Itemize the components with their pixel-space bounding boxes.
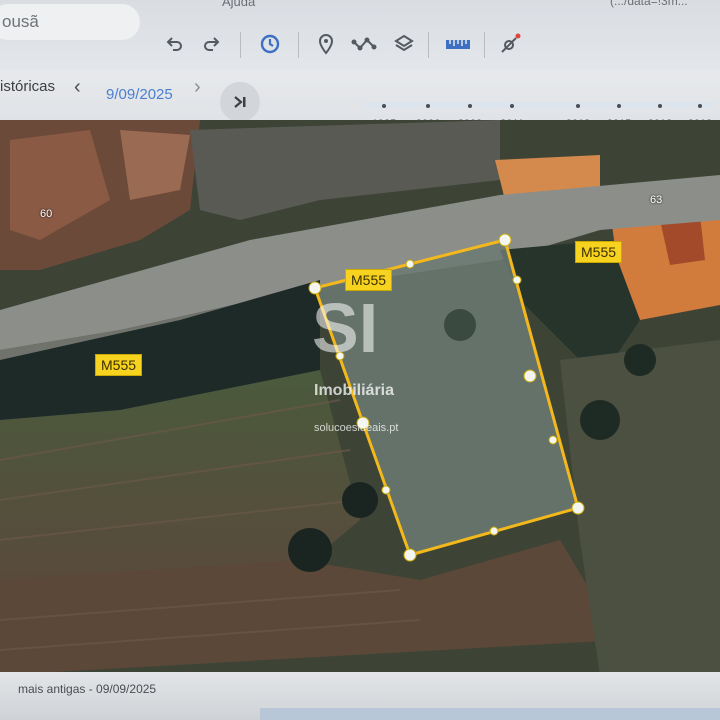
road-label[interactable]: M555 [95,354,143,376]
os-taskbar [260,708,720,720]
timeline-tick[interactable] [510,104,514,108]
timeline-tick[interactable] [468,104,472,108]
chevron-right-icon[interactable]: › [194,76,201,99]
watermark-logo: SI [312,290,378,367]
ruler-icon[interactable] [444,30,472,58]
watermark-site: solucoesideais.pt [314,422,399,434]
toolbar-divider [240,32,241,58]
history-icon[interactable] [256,30,284,58]
url-text: (.../data=!3m... [610,0,688,8]
house-number: 60 [40,208,53,220]
timeline-tick[interactable] [382,104,386,108]
skip-to-end-icon [234,96,246,108]
toolbar-divider [298,32,299,58]
toolbar: ousã Ajuda (.../data=!3m... [0,0,720,70]
placemark-icon[interactable] [312,30,340,58]
house-number: 63 [650,194,663,206]
search-input[interactable]: ousã [0,4,140,40]
current-date[interactable]: 9/09/2025 [106,86,173,103]
satellite-map[interactable]: 60 63 M555 M555 M555 SI Imobiliária solu… [0,120,720,675]
window-title: Ajuda [222,0,256,9]
watermark-brand: Imobiliária [314,382,395,399]
timeline-tick[interactable] [698,104,702,108]
road-label[interactable]: M555 [575,241,623,263]
toolbar-divider [484,32,485,58]
svg-text:SI: SI [312,290,378,367]
timeline-tick[interactable] [658,104,662,108]
imagery-date-text: mais antigas - 09/09/2025 [18,682,157,696]
chevron-left-icon[interactable]: ‹ [74,76,81,99]
timeline-tick[interactable] [617,104,621,108]
timeline-tick[interactable] [426,104,430,108]
road-label[interactable]: M555 [345,269,393,291]
undo-icon[interactable] [160,30,188,58]
toolbar-divider [428,32,429,58]
timeline-tick[interactable] [576,104,580,108]
sun-icon[interactable] [496,30,524,58]
layers-icon[interactable] [390,30,418,58]
path-icon[interactable] [350,30,378,58]
historical-label: istóricas [0,78,56,95]
jump-to-latest-button[interactable] [220,82,260,122]
redo-icon[interactable] [198,30,226,58]
